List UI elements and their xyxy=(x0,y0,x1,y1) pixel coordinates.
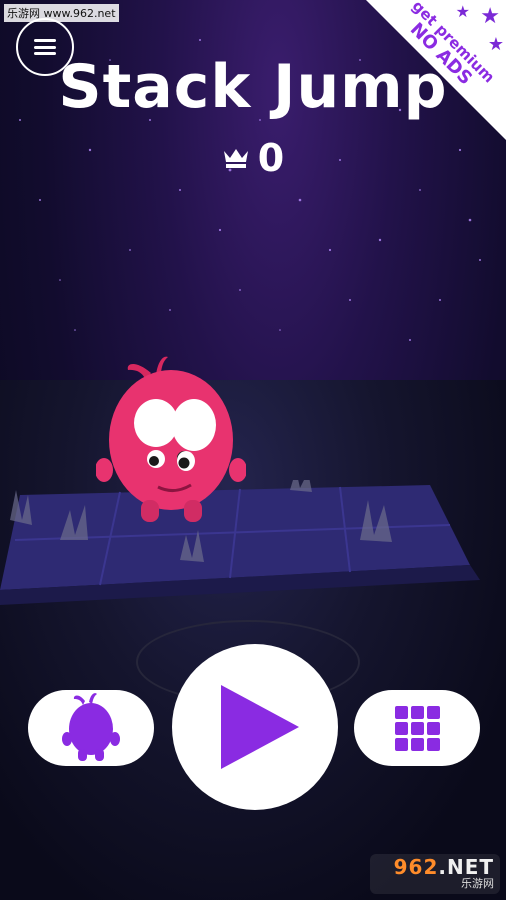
stack-platform xyxy=(0,480,480,605)
level-select-button[interactable] xyxy=(354,690,480,766)
crown-icon xyxy=(223,149,248,168)
star-icon: ★ xyxy=(480,4,500,29)
watermark-sub: 乐游网 xyxy=(461,877,494,890)
play-icon xyxy=(221,685,299,769)
character-icon xyxy=(62,693,120,761)
watermark-brand-b: .NET xyxy=(438,855,494,879)
best-score: 0 xyxy=(0,136,506,180)
watermark-bottom: 962.NET 乐游网 xyxy=(370,854,500,894)
play-button[interactable] xyxy=(172,644,338,810)
level-grid-icon xyxy=(394,705,440,751)
watermark-top: 乐游网 www.962.net xyxy=(4,4,119,22)
pink-monster-character xyxy=(96,356,246,522)
watermark-brand: 962.NET xyxy=(394,857,494,877)
premium-banner[interactable]: ★ ★ ★ get premium NO ADS xyxy=(366,0,506,140)
watermark-brand-a: 962 xyxy=(393,855,439,879)
star-icon: ★ xyxy=(487,34,504,55)
star-icon: ★ xyxy=(455,2,470,21)
best-score-value: 0 xyxy=(257,136,285,180)
character-select-button[interactable] xyxy=(28,690,154,766)
